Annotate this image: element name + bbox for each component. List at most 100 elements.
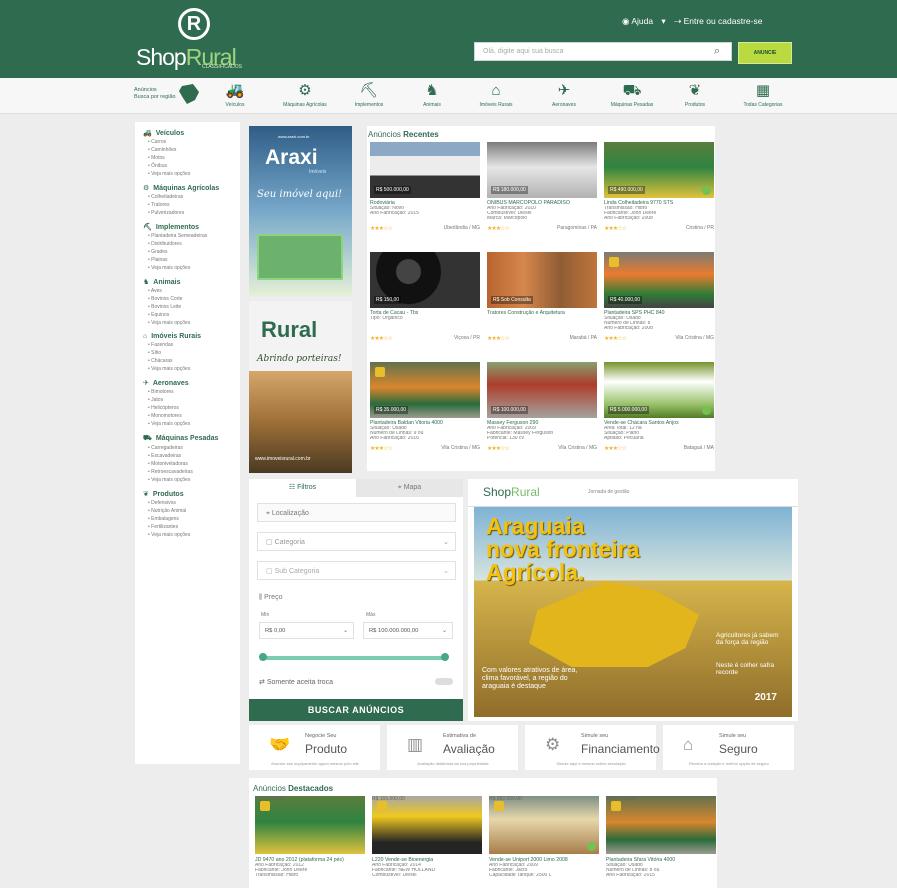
price-range-slider[interactable]: [259, 653, 449, 661]
sidebar-subitem[interactable]: • Caminhões: [148, 147, 240, 153]
category-7[interactable]: ❦ Produtos: [665, 83, 725, 109]
agricultural-banner[interactable]: ShopRural Jornada de gestão Araguaia nova…: [468, 479, 798, 721]
listing-card[interactable]: R$ 500.000,00 Rodoviária Situação: Novo Ano…: [370, 142, 480, 246]
category-3[interactable]: ♞ Animais: [402, 83, 462, 109]
listing-card[interactable]: R$ 180.000,00 ÔNIBUS MARCOPOLO PARADISO An…: [487, 142, 597, 246]
sidebar-subitem[interactable]: • Aves: [148, 288, 240, 294]
category-1[interactable]: ⚙ Máquinas Agrícolas: [275, 83, 335, 109]
sidebar-subitem[interactable]: • Bovinos Leite: [148, 304, 240, 310]
sidebar-subitem[interactable]: • Fazendas: [148, 342, 240, 348]
featured-card[interactable]: R$ 85.000,00 Plantadeira Sfara Vitória 40…: [606, 796, 716, 888]
sidebar-subitem[interactable]: • Retroescavadeiras: [148, 469, 240, 475]
sidebar-subitem[interactable]: • Veja mais opções: [148, 477, 240, 483]
listing-card[interactable]: R$ 490.000,00 Linda Colheitadeira 9770 ST…: [604, 142, 714, 246]
search-icon[interactable]: ⌕: [714, 46, 725, 57]
sidebar-subitem[interactable]: • Tratores: [148, 202, 240, 208]
listing-card[interactable]: R$ 100.000,00 Massey Ferguson 290 Ano Fabr…: [487, 362, 597, 466]
listing-card[interactable]: R$ 40.000,00 Plantadeira SPS PHC 840 Situa…: [604, 252, 714, 356]
max-price-select[interactable]: R$ 100.000.000,00 ⌄: [363, 622, 453, 639]
sidebar-subitem[interactable]: • Veja mais opções: [148, 320, 240, 326]
category-2[interactable]: ⛏ Implementos: [339, 83, 399, 109]
sidebar-subitem[interactable]: • Distribuidores: [148, 241, 240, 247]
category-5[interactable]: ✈ Aeronaves: [534, 83, 594, 109]
araxi-ad[interactable]: www.araxi.com.br Araxi Imóveis Seu imóve…: [249, 126, 352, 296]
tab-filters[interactable]: ☷ Filtros: [249, 479, 356, 497]
subcategory-select[interactable]: ▢ Sub Categoria ⌄: [257, 561, 456, 580]
min-price-select[interactable]: R$ 0,00 ⌄: [259, 622, 354, 639]
sidebar-subitem[interactable]: • Defensivos: [148, 500, 240, 506]
featured-photo[interactable]: R$ 165.000,00: [372, 796, 482, 854]
listing-card[interactable]: R$ 150,00 Torta de Cacau - Tbs Tipo: Orgân…: [370, 252, 480, 356]
featured-photo[interactable]: R$ 282.000,00: [489, 796, 599, 854]
service-item-0[interactable]: 🤝 Negocie Seu Produto Anuncie seu equipamen…: [249, 725, 380, 770]
category-4[interactable]: ⌂ Imóveis Rurais: [466, 83, 526, 109]
sidebar-category-0[interactable]: 🚜 Veículos: [143, 129, 240, 137]
sidebar-category-3[interactable]: ♞ Animais: [143, 278, 240, 286]
category-select[interactable]: ▢ Categoria ⌄: [257, 532, 456, 551]
sidebar-subitem[interactable]: • Plantadeira Semeadeiras: [148, 233, 240, 239]
sidebar-subitem[interactable]: • Carros: [148, 139, 240, 145]
tab-map[interactable]: ⌖ Mapa: [356, 479, 463, 497]
sidebar-subitem[interactable]: • Plainas: [148, 257, 240, 263]
trade-toggle[interactable]: [435, 678, 453, 685]
sidebar-subitem[interactable]: • Veja mais opções: [148, 366, 240, 372]
service-item-2[interactable]: ⚙ Simule seu Financiamento Simule aqui e me…: [525, 725, 660, 770]
sidebar-subitem[interactable]: • Fertilizantes: [148, 524, 240, 530]
listing-photo[interactable]: R$ 180.000,00: [487, 142, 597, 198]
listing-photo[interactable]: R$ 150,00: [370, 252, 480, 308]
sidebar-category-2[interactable]: ⛏ Implementos: [143, 223, 240, 231]
sidebar-category-1[interactable]: ⚙ Máquinas Agrícolas: [143, 184, 240, 192]
sidebar-subitem[interactable]: • Veja mais opções: [148, 171, 240, 177]
category-6[interactable]: ⛟ Máquinas Pesadas: [602, 83, 662, 109]
listing-photo[interactable]: R$ 35.000,00: [370, 362, 480, 418]
sidebar-subitem[interactable]: • Sítio: [148, 350, 240, 356]
sidebar-category-7[interactable]: ❦ Produtos: [143, 490, 240, 498]
sidebar-subitem[interactable]: • Equinos: [148, 312, 240, 318]
sidebar-subitem[interactable]: • Veja mais opções: [148, 532, 240, 538]
sidebar-subitem[interactable]: • Monomotores: [148, 413, 240, 419]
sidebar-subitem[interactable]: • Veja mais opções: [148, 265, 240, 271]
sidebar-subitem[interactable]: • Escavadeiras: [148, 453, 240, 459]
listing-photo[interactable]: R$ 490.000,00: [604, 142, 714, 198]
featured-photo[interactable]: R$ 85.000,00: [606, 796, 716, 854]
featured-card[interactable]: R$ 282.000,00 Vende-se Uniport 2000 Limo …: [489, 796, 599, 888]
category-0[interactable]: 🚜 Veículos: [205, 83, 265, 109]
listing-photo[interactable]: R$ 40.000,00: [604, 252, 714, 308]
listing-photo[interactable]: R$ 5.000.000,00: [604, 362, 714, 418]
sidebar-subitem[interactable]: • Veja mais opções: [148, 421, 240, 427]
sidebar-subitem[interactable]: • Nutrição Animal: [148, 508, 240, 514]
announce-button[interactable]: ANUNCIE: [738, 42, 792, 64]
service-item-3[interactable]: ⌂ Simule seu Seguro Receba a cotação e melh…: [663, 725, 794, 770]
featured-card[interactable]: R$ 165.000,00 L220 Vende-se Bioenergia Ano…: [372, 796, 482, 888]
sidebar-subitem[interactable]: • Grades: [148, 249, 240, 255]
category-8[interactable]: ▦ Todas Categorias: [733, 83, 793, 109]
featured-card[interactable]: R$ 80.000,00 JD 9470 ano 2012 (plataforma…: [255, 796, 365, 888]
listing-photo[interactable]: R$ 500.000,00: [370, 142, 480, 198]
sidebar-category-4[interactable]: ⌂ Imóveis Rurais: [143, 333, 240, 340]
listing-card[interactable]: R$ 5.000.000,00 Vende-se Chácara Santos A…: [604, 362, 714, 466]
sidebar-category-6[interactable]: ⛟ Máquinas Pesadas: [143, 434, 240, 443]
location-field[interactable]: ⌖ Localização: [257, 503, 456, 522]
featured-photo[interactable]: R$ 80.000,00: [255, 796, 365, 854]
search-input[interactable]: Olá, digite aqui sua busca ⌕: [474, 42, 732, 61]
listing-photo[interactable]: R$ 100.000,00: [487, 362, 597, 418]
login-link[interactable]: ⇢ Entre ou cadastre-se: [674, 16, 768, 26]
sidebar-subitem[interactable]: • Carregadeiras: [148, 445, 240, 451]
sidebar-subitem[interactable]: • Bovinos Corte: [148, 296, 240, 302]
listing-card[interactable]: R$ 35.000,00 Plantadeira Baldan Vitoria 4…: [370, 362, 480, 466]
sidebar-category-5[interactable]: ✈ Aeronaves: [143, 379, 240, 387]
sidebar-subitem[interactable]: • Motoniveladoras: [148, 461, 240, 467]
sidebar-subitem[interactable]: • Pulverizadores: [148, 210, 240, 216]
listing-card[interactable]: R$ Sob Consulta Tratores Construção e Arq…: [487, 252, 597, 356]
listing-photo[interactable]: R$ Sob Consulta: [487, 252, 597, 308]
sidebar-subitem[interactable]: • Embalagens: [148, 516, 240, 522]
sidebar-subitem[interactable]: • Jatos: [148, 397, 240, 403]
sidebar-subitem[interactable]: • Motos: [148, 155, 240, 161]
shoprural-logo[interactable]: R ShopRural CLASSIFICADOS: [136, 8, 258, 72]
sidebar-subitem[interactable]: • Bimotores: [148, 389, 240, 395]
sidebar-subitem[interactable]: • Helicópteros: [148, 405, 240, 411]
search-ads-button[interactable]: BUSCAR ANÚNCIOS: [249, 699, 463, 721]
help-link[interactable]: ◉ Ajuda ▾: [622, 16, 666, 26]
rural-ad[interactable]: Rural Abrindo porteiras! www.imoveisrura…: [249, 301, 352, 473]
sidebar-subitem[interactable]: • Colheitadeiras: [148, 194, 240, 200]
